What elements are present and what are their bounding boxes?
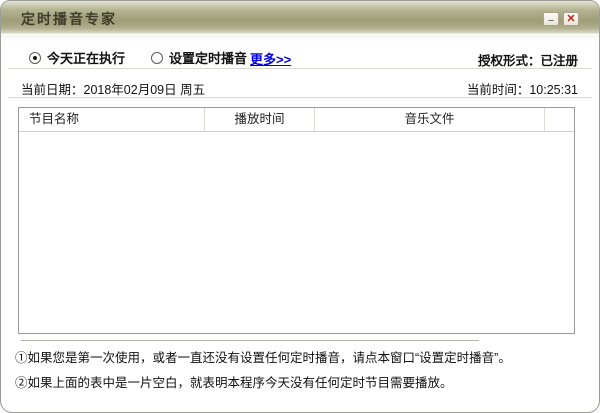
window-controls: – ✕ (543, 12, 579, 26)
window-title: 定时播音专家 (21, 9, 117, 29)
column-header-play-time[interactable]: 播放时间 (205, 108, 315, 131)
page-background: 定时播音专家 – ✕ 今天正在执行 设置定时播音 更多>> 授权形式：已注册 (0, 0, 600, 413)
column-header-music-file[interactable]: 音乐文件 (315, 108, 545, 131)
close-icon: ✕ (566, 14, 575, 25)
table-header-row: 节目名称 播放时间 音乐文件 (19, 108, 574, 132)
note-first-use: ①如果您是第一次使用，或者一直还没有设置任何定时播音，请点本窗口“设置定时播音”… (15, 347, 511, 366)
current-date: 当前日期：2018年02月09日 周五 (21, 79, 205, 98)
more-link[interactable]: 更多>> (250, 49, 291, 68)
minimize-icon: – (548, 16, 554, 26)
mode-radio-group: 今天正在执行 设置定时播音 (29, 48, 247, 67)
divider-top (8, 68, 592, 69)
minimize-button[interactable]: – (543, 12, 559, 26)
radio-today-running[interactable]: 今天正在执行 (29, 48, 125, 67)
note-empty-table: ②如果上面的表中是一片空白，就表明本程序今天没有任何定时节目需要播放。 (15, 372, 453, 391)
radio-set-schedule[interactable]: 设置定时播音 (151, 48, 247, 67)
titlebar: 定时播音专家 – ✕ (1, 1, 599, 34)
schedule-table: 节目名称 播放时间 音乐文件 (18, 107, 575, 334)
license-status: 授权形式：已注册 (478, 50, 578, 69)
divider-notes (21, 340, 479, 342)
app-window: 定时播音专家 – ✕ 今天正在执行 设置定时播音 更多>> 授权形式：已注册 (0, 0, 600, 413)
column-header-program-name[interactable]: 节目名称 (19, 108, 205, 131)
current-time: 当前时间：10:25:31 (467, 79, 578, 98)
radio-selected-icon (29, 52, 41, 64)
divider-middle (8, 97, 592, 98)
column-header-spacer (545, 108, 574, 131)
radio-today-label: 今天正在执行 (47, 48, 125, 67)
close-button[interactable]: ✕ (563, 12, 579, 26)
radio-set-label: 设置定时播音 (169, 48, 247, 67)
titlebar-lower-strip (1, 35, 599, 42)
table-body-empty (19, 132, 574, 333)
radio-unselected-icon (151, 52, 163, 64)
